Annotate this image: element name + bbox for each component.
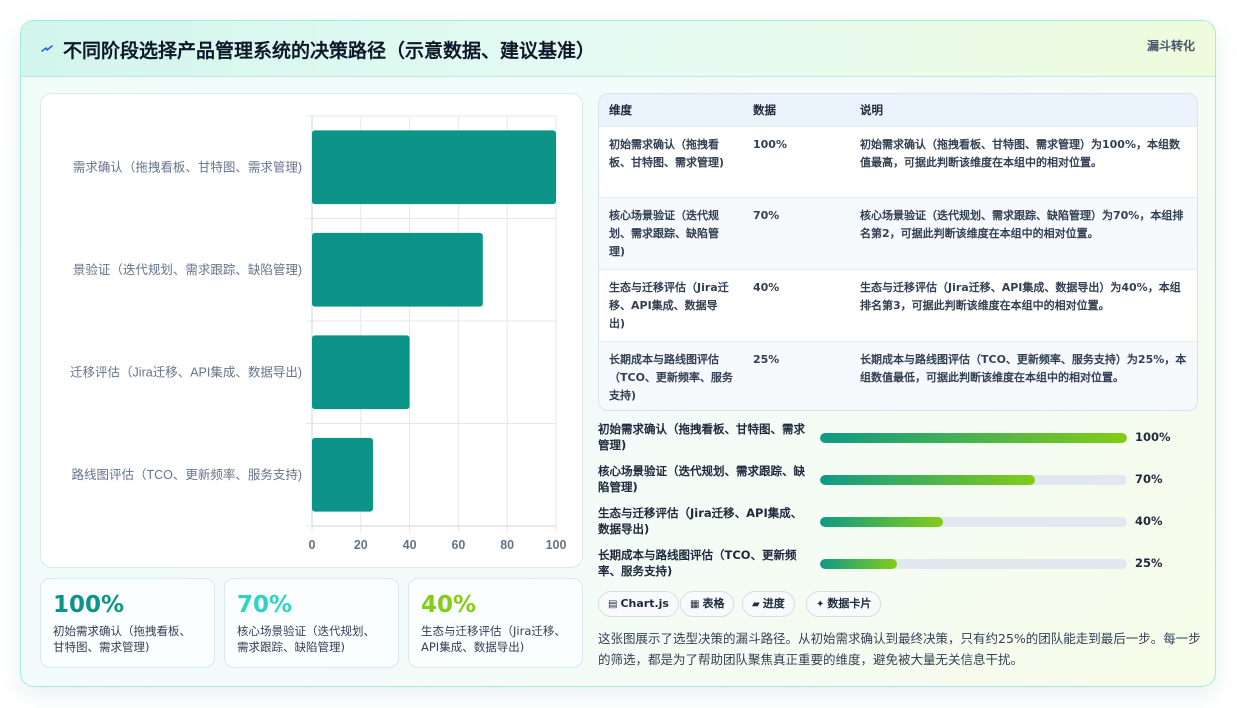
chart-icon: ▤ [608,599,618,610]
kpi-value: 40% [421,592,477,618]
x-tick-label: 80 [500,538,514,552]
sparkle-icon: ✦ [816,599,825,610]
data-table: 维度 数据 说明 初始需求确认（拖拽看板、甘特图、需求管理) 100% 初始需求… [599,94,1197,410]
kpi-card: 40% 生态与迁移评估（Jira迁移、API集成、数据导出) [408,578,583,668]
kpi-value: 100% [53,592,125,618]
kpi-card: 70% 核心场景验证（迭代规划、需求跟踪、缺陷管理) [224,578,399,668]
bar-chart: 需求确认（拖拽看板、甘特图、需求管理) 景验证（迭代规划、需求跟踪、缺陷管理) 迁移… [70,115,567,552]
progress-fill [820,559,897,569]
progress-row: 长期成本与路线图评估（TCO、更新频率、服务支持) 25% [598,545,1198,587]
progress-value: 70% [1135,472,1163,486]
kpi-label: 生态与迁移评估（Jira迁移、API集成、数据导出) [421,624,566,654]
x-tick-label: 0 [309,538,316,552]
table-icon: ▦ [690,599,700,610]
x-tick-label: 40 [403,538,417,552]
table-button[interactable]: ▦ 表格 [680,591,735,617]
progress-value: 100% [1135,430,1171,444]
progress-row: 初始需求确认（拖拽看板、甘特图、需求管理) 100% [598,419,1198,461]
progress-row: 核心场景验证（迭代规划、需求跟踪、缺陷管理) 70% [598,461,1198,503]
data-table-panel: 维度 数据 说明 初始需求确认（拖拽看板、甘特图、需求管理) 100% 初始需求… [598,93,1198,411]
dashboard-card: 不同阶段选择产品管理系统的决策路径（示意数据、建议基准） 漏斗转化 需求确认（拖… [20,20,1216,687]
zap-icon [41,45,53,52]
x-tick-label: 60 [451,538,465,552]
progress-label: 生态与迁移评估（Jira迁移、API集成、数据导出) [598,506,803,536]
table-row: 生态与迁移评估（Jira迁移、API集成、数据导出) 40% 生态与迁移评估（J… [599,269,1197,341]
bar [312,335,410,410]
category-label: 需求确认（拖拽看板、甘特图、需求管理) [73,159,302,174]
table-row: 长期成本与路线图评估（TCO、更新频率、服务支持) 25% 长期成本与路线图评估… [599,341,1197,410]
progress-value: 25% [1135,556,1163,570]
chartjs-button[interactable]: ▤ Chart.js [598,591,679,617]
table-cell-description: 初始需求确认（拖拽看板、甘特图、需求管理）为100%，本组数值最高，可据此判断该… [860,137,1180,169]
bar-chart-panel: 需求确认（拖拽看板、甘特图、需求管理) 景验证（迭代规划、需求跟踪、缺陷管理) 迁移… [40,93,583,568]
progress-track [820,517,1127,527]
table-cell-dimension: 长期成本与路线图评估（TCO、更新频率、服务支持) [609,352,733,402]
button-label: 进度 [762,597,785,610]
column-header: 说明 [860,102,883,117]
bar [312,437,373,512]
summary-text: 这张图展示了选型决策的漏斗路径。从初始需求确认到最终决策，只有约25%的团队能走… [598,631,1201,667]
button-label: Chart.js [620,597,669,610]
progress-list: 初始需求确认（拖拽看板、甘特图、需求管理) 100% 核心场景验证（迭代规划、需… [598,419,1198,587]
table-cell-value: 25% [753,352,780,366]
category-label: 景验证（迭代规划、需求跟踪、缺陷管理) [73,262,302,277]
column-header: 数据 [753,102,776,117]
table-cell-description: 生态与迁移评估（Jira迁移、API集成、数据导出）为40%，本组排名第3，可据… [860,280,1181,312]
progress-label: 核心场景验证（迭代规划、需求跟踪、缺陷管理) [598,464,805,494]
chart-type-tag: 漏斗转化 [1146,39,1195,53]
x-tick-label: 20 [354,538,368,552]
data-card-button[interactable]: ✦ 数据卡片 [806,591,882,617]
button-label: 数据卡片 [827,597,872,610]
progress-row: 生态与迁移评估（Jira迁移、API集成、数据导出) 40% [598,503,1198,545]
x-tick-label: 100 [546,538,567,552]
bar [312,130,556,205]
progress-track [820,559,1127,569]
table-cell-value: 100% [753,137,787,151]
kpi-value: 70% [237,592,293,618]
progress-track [820,475,1127,485]
progress-label: 长期成本与路线图评估（TCO、更新频率、服务支持) [598,548,797,578]
bar [312,232,483,307]
column-header: 维度 [609,102,632,117]
table-cell-description: 核心场景验证（迭代规划、需求跟踪、缺陷管理）为70%，本组排名第2，可据此判断该… [860,208,1184,240]
progress-fill [820,475,1035,485]
table-cell-value: 70% [753,208,780,222]
progress-button[interactable]: ▰ 进度 [742,591,795,617]
table-header-row: 维度 数据 说明 [599,94,1197,126]
progress-value: 40% [1135,514,1163,528]
category-label: 迁移评估（Jira迁移、API集成、数据导出) [70,364,302,379]
progress-track [820,433,1127,443]
table-row: 初始需求确认（拖拽看板、甘特图、需求管理) 100% 初始需求确认（拖拽看板、甘… [599,126,1197,197]
progress-label: 初始需求确认（拖拽看板、甘特图、需求管理) [598,422,805,452]
page-title: 不同阶段选择产品管理系统的决策路径（示意数据、建议基准） [63,40,596,62]
progress-icon: ▰ [752,599,760,610]
button-label: 表格 [702,597,725,610]
kpi-card: 100% 初始需求确认（拖拽看板、甘特图、需求管理) [40,578,215,668]
table-cell-dimension: 核心场景验证（迭代规划、需求跟踪、缺陷管理) [609,208,719,258]
kpi-label: 核心场景验证（迭代规划、需求跟踪、缺陷管理) [237,624,375,654]
table-cell-value: 40% [753,280,780,294]
table-row: 核心场景验证（迭代规划、需求跟踪、缺陷管理) 70% 核心场景验证（迭代规划、需… [599,197,1197,269]
progress-fill [820,433,1127,443]
table-cell-dimension: 生态与迁移评估（Jira迁移、API集成、数据导出) [609,280,729,330]
category-label: 路线图评估（TCO、更新频率、服务支持) [71,467,302,482]
table-cell-description: 长期成本与路线图评估（TCO、更新频率、服务支持）为25%，本组数值最低，可据此… [860,352,1187,384]
kpi-label: 初始需求确认（拖拽看板、甘特图、需求管理) [53,624,191,654]
progress-fill [820,517,943,527]
table-cell-dimension: 初始需求确认（拖拽看板、甘特图、需求管理) [609,137,725,169]
header-bar: 不同阶段选择产品管理系统的决策路径（示意数据、建议基准） 漏斗转化 [21,21,1215,77]
